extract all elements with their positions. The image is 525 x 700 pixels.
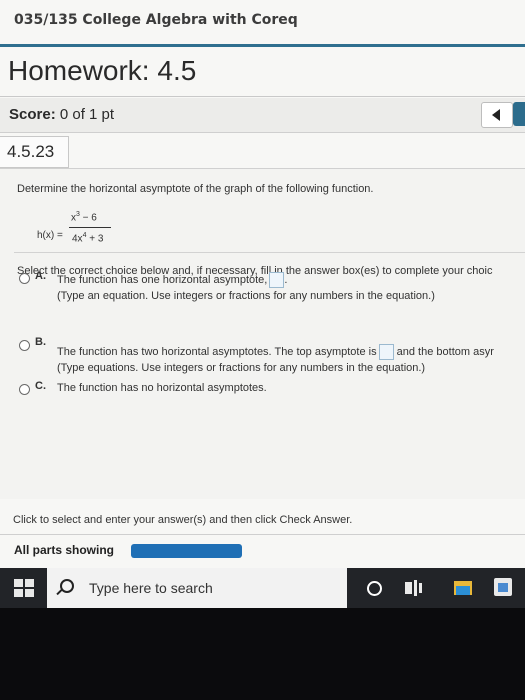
course-title[interactable]: 035/135 College Algebra with Coreq [14, 12, 298, 28]
store-icon[interactable] [494, 578, 512, 596]
parts-label: All parts showing [14, 543, 115, 557]
header-divider [0, 44, 525, 47]
radio-option-a[interactable] [19, 273, 30, 284]
homework-title: Homework: 4.5 [8, 55, 197, 86]
section-divider [14, 252, 525, 253]
fraction-bar [69, 227, 111, 228]
question-number-box: 4.5.23 [0, 136, 69, 168]
answer-box-b-top[interactable] [378, 344, 394, 360]
function-lhs: h(x) = [37, 230, 63, 241]
monitor-bezel [0, 608, 525, 700]
task-view-icon[interactable] [405, 580, 423, 596]
numerator-rest: − 6 [79, 212, 97, 224]
radio-option-b[interactable] [19, 340, 30, 351]
score-value: 0 of 1 pt [59, 106, 115, 123]
denominator-rest: + 3 [86, 233, 104, 245]
question-panel: Determine the horizontal asymptote of th… [0, 168, 525, 499]
left-arrow-icon [492, 109, 500, 121]
option-b-hint: (Type equations. Use integers or fractio… [57, 362, 426, 374]
answer-box-a[interactable] [269, 272, 285, 288]
next-question-button[interactable] [513, 102, 525, 126]
search-placeholder: Type here to search [89, 580, 213, 596]
cortana-icon[interactable] [367, 581, 382, 596]
progress-bar [131, 544, 242, 558]
title-divider [0, 96, 525, 97]
option-b-text[interactable]: The function has two horizontal asymptot… [57, 344, 494, 360]
footer-divider [0, 534, 525, 535]
score-bar: Score: 0 of 1 pt [0, 98, 525, 133]
score-text: Score: 0 of 1 pt [9, 106, 114, 123]
windows-taskbar: Type here to search [0, 568, 525, 608]
option-c-text[interactable]: The function has no horizontal asymptote… [57, 382, 267, 394]
option-a-letter: A. [35, 270, 46, 282]
windows-start-icon[interactable] [14, 579, 34, 597]
option-b-line1: The function has two horizontal asymptot… [57, 345, 377, 358]
search-icon [60, 579, 74, 593]
file-explorer-icon[interactable] [454, 581, 472, 595]
option-b-after: and the bottom asyr [396, 345, 494, 358]
question-number: 4.5.23 [7, 142, 55, 161]
score-label: Score: [9, 106, 56, 123]
fraction-denominator: 4x4 + 3 [72, 232, 103, 244]
option-c-letter: C. [35, 380, 46, 392]
option-b-letter: B. [35, 336, 46, 348]
option-a-after: . [284, 273, 288, 286]
option-a-hint: (Type an equation. Use integers or fract… [57, 290, 435, 302]
denominator-base: 4x [72, 233, 83, 245]
option-a-text[interactable]: The function has one horizontal asymptot… [57, 272, 287, 288]
option-a-line1: The function has one horizontal asymptot… [57, 273, 268, 286]
help-text: Click to select and enter your answer(s)… [13, 514, 353, 526]
fraction-numerator: x3 − 6 [71, 211, 97, 223]
question-prompt: Determine the horizontal asymptote of th… [17, 183, 374, 195]
taskbar-search-box[interactable]: Type here to search [47, 568, 347, 608]
radio-option-c[interactable] [19, 384, 30, 395]
browser-screen: 035/135 College Algebra with Coreq Homew… [0, 0, 525, 568]
previous-question-button[interactable] [481, 102, 513, 128]
